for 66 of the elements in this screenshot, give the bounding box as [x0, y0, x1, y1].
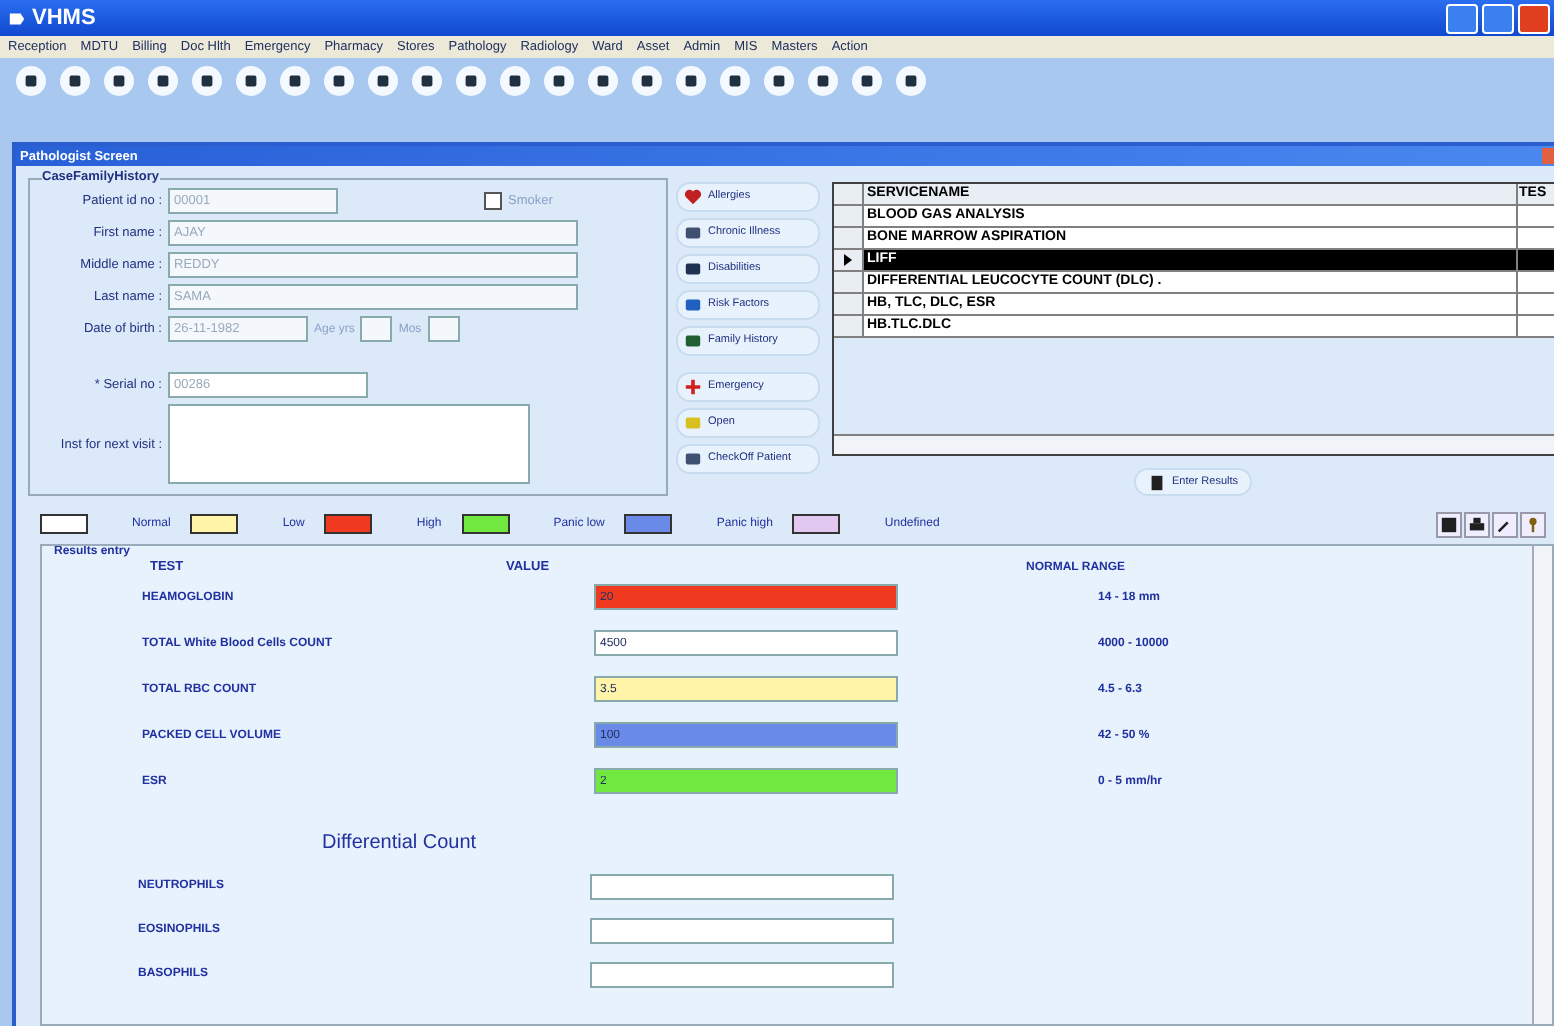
row-selector[interactable]: [833, 228, 863, 248]
value-field[interactable]: [590, 917, 894, 943]
toolbar-button[interactable]: [764, 65, 794, 95]
toolbar-icon: [22, 71, 40, 89]
value-field[interactable]: [590, 873, 894, 899]
toolbar-icon: [418, 71, 436, 89]
toolbar-button[interactable]: [412, 65, 442, 95]
maximize-button[interactable]: [1482, 3, 1514, 33]
key-icon[interactable]: [1520, 511, 1546, 537]
toolbar-icon: [154, 71, 172, 89]
toolbar-icon: [242, 71, 260, 89]
toolbar-button[interactable]: [104, 65, 134, 95]
toolbar-icon: [726, 71, 744, 89]
toolbar-button[interactable]: [456, 65, 486, 95]
toolbar-button[interactable]: [16, 65, 46, 95]
vertical-scrollbar[interactable]: [1532, 546, 1552, 1024]
text-field[interactable]: [427, 316, 460, 342]
toolbar-button[interactable]: [192, 65, 222, 95]
value-field[interactable]: [590, 961, 894, 987]
toolbar-button[interactable]: [324, 65, 354, 95]
toolbar-button[interactable]: [676, 65, 706, 95]
toolbar-icon: [66, 71, 84, 89]
text-field[interactable]: [360, 316, 393, 342]
minimize-button[interactable]: [1446, 3, 1478, 33]
row-selector[interactable]: [833, 294, 863, 314]
section-title: Differential Count: [320, 832, 479, 858]
toolbar-icon: [374, 71, 392, 89]
toolbar-icon: [858, 71, 876, 89]
toolbar-button[interactable]: [544, 65, 574, 95]
toolbar-icon: [902, 71, 920, 89]
toolbar-button[interactable]: [896, 65, 926, 95]
toolbar-icon: [506, 71, 524, 89]
row-selector[interactable]: [833, 316, 863, 336]
toolbar-button[interactable]: [500, 65, 530, 95]
toolbar-icon: [594, 71, 612, 89]
toolbar-icon: [682, 71, 700, 89]
toolbar-icon: [110, 71, 128, 89]
toolbar-button[interactable]: [60, 65, 90, 95]
window-title: VHMS: [32, 6, 96, 30]
toolbar-button[interactable]: [280, 65, 310, 95]
toolbar-button[interactable]: [236, 65, 266, 95]
close-button[interactable]: [1518, 3, 1550, 33]
app-icon: [8, 9, 26, 27]
toolbar-button[interactable]: [808, 65, 838, 95]
button-icon: [684, 378, 702, 396]
printer-icon[interactable]: [1464, 511, 1490, 537]
button-icon: [1147, 473, 1166, 492]
toolbar-button[interactable]: [720, 65, 750, 95]
toolbar-icon: [198, 71, 216, 89]
toolbar-icon: [286, 71, 304, 89]
row-selector[interactable]: [833, 272, 863, 292]
toolbar-button[interactable]: [368, 65, 398, 95]
toolbar-icon: [330, 71, 348, 89]
toolbar-button[interactable]: [852, 65, 882, 95]
toolbar-button[interactable]: [632, 65, 662, 95]
toolbar-icon: [550, 71, 568, 89]
toolbar-icon: [462, 71, 480, 89]
toolbar-button[interactable]: [588, 65, 618, 95]
horizontal-scrollbar[interactable]: [833, 434, 1554, 455]
row-selector[interactable]: [833, 250, 863, 270]
row-selector[interactable]: [833, 206, 863, 226]
toolbar-icon: [638, 71, 656, 89]
toolbar-icon: [814, 71, 832, 89]
toolbar-icon: [770, 71, 788, 89]
toolbar-button[interactable]: [148, 65, 178, 95]
checkbox[interactable]: [484, 192, 502, 210]
